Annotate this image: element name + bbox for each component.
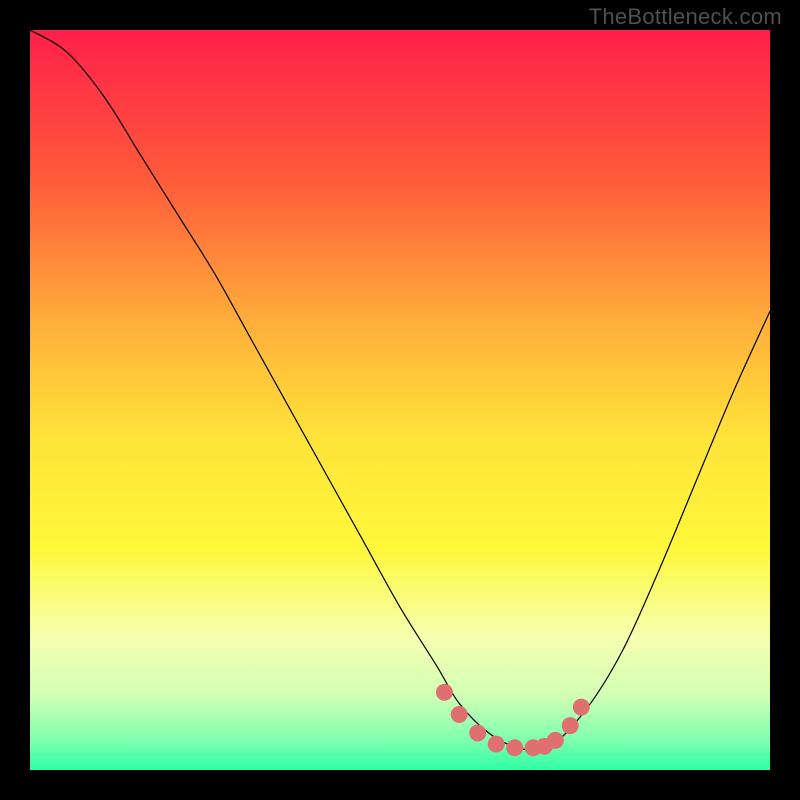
watermark-text: TheBottleneck.com <box>589 4 782 30</box>
marker-point <box>488 736 505 753</box>
chart-frame: TheBottleneck.com <box>0 0 800 800</box>
marker-point <box>547 732 564 749</box>
marker-point <box>469 725 486 742</box>
marker-point <box>451 706 468 723</box>
marker-point <box>436 684 453 701</box>
plot-area <box>30 30 770 770</box>
marker-point <box>506 739 523 756</box>
gradient-background <box>30 30 770 770</box>
marker-point <box>573 699 590 716</box>
chart-svg <box>30 30 770 770</box>
marker-point <box>562 717 579 734</box>
